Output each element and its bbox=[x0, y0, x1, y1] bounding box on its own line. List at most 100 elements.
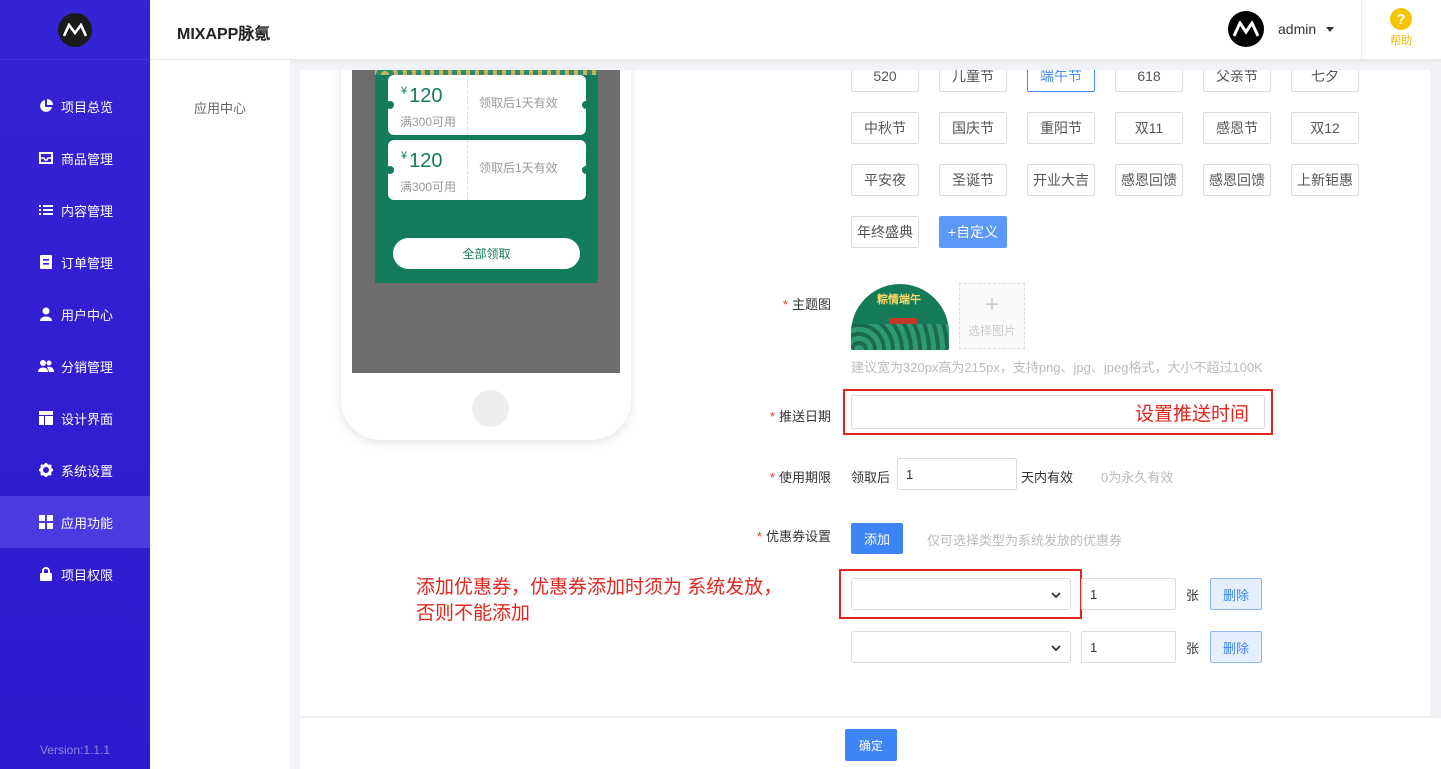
sidebar-item-label: 用户中心 bbox=[61, 307, 114, 323]
coupon-amount: ¥120 bbox=[401, 85, 443, 107]
phone-screen: ¥120 满300可用 领取后1天有效 ¥120 满300可用 领取后1天有效 … bbox=[352, 70, 620, 373]
sidebar-item-orders[interactable]: 订单管理 bbox=[0, 236, 150, 288]
delete-coupon-button[interactable]: 删除 bbox=[1210, 578, 1262, 610]
sidebar-item-label: 订单管理 bbox=[61, 255, 114, 271]
add-coupon-button[interactable]: 添加 bbox=[851, 523, 903, 554]
tag-double-12[interactable]: 双12 bbox=[1291, 112, 1359, 144]
coupon-card: ¥120 满300可用 领取后1天有效 bbox=[388, 140, 586, 200]
sidebar-item-label: 内容管理 bbox=[61, 203, 114, 219]
coupon-qty-input[interactable]: 1 bbox=[1081, 631, 1176, 663]
help-label: 帮助 bbox=[1390, 35, 1412, 47]
layout-icon bbox=[38, 410, 54, 426]
tag-gratitude-2[interactable]: 感恩回馈 bbox=[1203, 164, 1271, 196]
sidebar-item-label: 分销管理 bbox=[61, 359, 114, 375]
theme-hint: 建议宽为320px高为215px，支持png、jpg、jpeg格式，大小不超过1… bbox=[851, 360, 1263, 375]
validity-days-input[interactable]: 1 bbox=[897, 458, 1017, 490]
help-button[interactable]: ? 帮助 bbox=[1390, 8, 1412, 48]
tag-gratitude[interactable]: 感恩回馈 bbox=[1115, 164, 1183, 196]
tag-grand-opening[interactable]: 开业大吉 bbox=[1027, 164, 1095, 196]
coupon-notch bbox=[386, 101, 394, 109]
tag-double-ninth[interactable]: 重阳节 bbox=[1027, 112, 1095, 144]
coupon-unit: 张 bbox=[1186, 588, 1200, 603]
annotation-push-time: 设置推送时间 bbox=[1135, 404, 1250, 425]
wave-pattern bbox=[851, 324, 949, 350]
list-icon bbox=[38, 202, 54, 218]
coupon-validity: 领取后1天有效 bbox=[479, 161, 558, 175]
validity-suffix: 天内有效 bbox=[1021, 470, 1074, 485]
username[interactable]: admin bbox=[1278, 21, 1316, 37]
phone-preview: ¥120 满300可用 领取后1天有效 ¥120 满300可用 领取后1天有效 … bbox=[341, 70, 631, 440]
coupon-notch bbox=[582, 101, 590, 109]
tag-618[interactable]: 618 bbox=[1115, 70, 1183, 92]
sidebar-item-label: 项目总览 bbox=[61, 99, 114, 115]
upload-label: 选择图片 bbox=[967, 323, 1016, 338]
theme-image[interactable]: 粽情端午 bbox=[851, 284, 949, 350]
sidebar-item-products[interactable]: 商品管理 bbox=[0, 132, 150, 184]
sidebar-item-label: 设计界面 bbox=[61, 411, 114, 427]
tag-year-end[interactable]: 年终盛典 bbox=[851, 216, 919, 248]
coupon-select[interactable] bbox=[851, 631, 1071, 663]
caret-down-icon[interactable] bbox=[1326, 26, 1335, 32]
sidebar-item-app-functions[interactable]: 应用功能 bbox=[0, 496, 150, 548]
tag-christmas-eve[interactable]: 平安夜 bbox=[851, 164, 919, 196]
coupon-card: ¥120 满300可用 领取后1天有效 bbox=[388, 75, 586, 135]
coupon-select[interactable] bbox=[851, 578, 1071, 610]
sidebar-item-label: 项目权限 bbox=[61, 567, 114, 583]
help-icon: ? bbox=[1390, 8, 1412, 30]
sidebar-item-settings[interactable]: 系统设置 bbox=[0, 444, 150, 496]
custom-tag-button[interactable]: +自定义 bbox=[939, 216, 1007, 248]
sidebar-item-label: 应用功能 bbox=[61, 515, 114, 531]
coupon-condition: 满300可用 bbox=[400, 115, 457, 129]
theme-label: * 主题图 bbox=[782, 297, 831, 312]
coupon-qty-input[interactable]: 1 bbox=[1081, 578, 1176, 610]
tag-mid-autumn[interactable]: 中秋节 bbox=[851, 112, 919, 144]
order-icon bbox=[38, 254, 54, 270]
tag-christmas[interactable]: 圣诞节 bbox=[939, 164, 1007, 196]
sidebar-item-users[interactable]: 用户中心 bbox=[0, 288, 150, 340]
divider bbox=[1361, 0, 1362, 60]
tag-qixi[interactable]: 七夕 bbox=[1291, 70, 1359, 92]
validity-label: * 使用期限 bbox=[769, 470, 831, 485]
sidebar-item-label: 系统设置 bbox=[61, 463, 114, 479]
chevron-down-icon bbox=[1051, 645, 1061, 652]
claim-all-button[interactable]: 全部领取 bbox=[393, 238, 580, 269]
gear-icon bbox=[38, 462, 54, 478]
main-card: ¥120 满300可用 领取后1天有效 ¥120 满300可用 领取后1天有效 … bbox=[300, 70, 1430, 716]
tag-520[interactable]: 520 bbox=[851, 70, 919, 92]
grid-icon bbox=[38, 514, 54, 530]
top-header: MIXAPP脉氪 admin ? 帮助 bbox=[150, 0, 1441, 60]
tag-fathers-day[interactable]: 父亲节 bbox=[1203, 70, 1271, 92]
sidebar-item-label: 商品管理 bbox=[61, 151, 114, 167]
tag-thanksgiving[interactable]: 感恩节 bbox=[1203, 112, 1271, 144]
promo-banner: ¥120 满300可用 领取后1天有效 ¥120 满300可用 领取后1天有效 … bbox=[375, 70, 598, 283]
confirm-button[interactable]: 确定 bbox=[845, 729, 897, 761]
sidebar: 项目总览 商品管理 内容管理 订单管理 用户中心 分销管理 设计界面 系统设置 bbox=[0, 0, 150, 769]
tag-double-11[interactable]: 双11 bbox=[1115, 112, 1183, 144]
sidebar-item-design[interactable]: 设计界面 bbox=[0, 392, 150, 444]
upload-image-button[interactable]: + 选择图片 bbox=[959, 283, 1025, 349]
coupon-hint: 仅可选择类型为系统发放的优惠券 bbox=[927, 533, 1123, 548]
tag-dragon-boat[interactable]: 端午节 bbox=[1027, 70, 1095, 92]
user-menu[interactable]: admin bbox=[1228, 10, 1335, 48]
chevron-down-icon bbox=[1051, 592, 1061, 599]
delete-coupon-button[interactable]: 删除 bbox=[1210, 631, 1262, 663]
tag-new-arrival[interactable]: 上新钜惠 bbox=[1291, 164, 1359, 196]
inbox-icon bbox=[38, 150, 54, 166]
coupon-settings-label: * 优惠券设置 bbox=[756, 529, 831, 544]
avatar[interactable] bbox=[1228, 11, 1264, 47]
sidebar-item-overview[interactable]: 项目总览 bbox=[0, 80, 150, 132]
sidebar-menu: 项目总览 商品管理 内容管理 订单管理 用户中心 分销管理 设计界面 系统设置 bbox=[0, 80, 150, 600]
plus-icon: + bbox=[984, 290, 999, 318]
coupon-amount: ¥120 bbox=[401, 150, 443, 172]
tag-childrens-day[interactable]: 儿童节 bbox=[939, 70, 1007, 92]
coupon-notch bbox=[582, 166, 590, 174]
users-icon bbox=[38, 358, 54, 374]
sidebar-item-permissions[interactable]: 项目权限 bbox=[0, 548, 150, 600]
logo[interactable] bbox=[0, 0, 150, 60]
coupon-notch bbox=[386, 166, 394, 174]
tag-national-day[interactable]: 国庆节 bbox=[939, 112, 1007, 144]
sidebar-item-distribution[interactable]: 分销管理 bbox=[0, 340, 150, 392]
sidebar-item-content[interactable]: 内容管理 bbox=[0, 184, 150, 236]
subnav-item-app-center[interactable]: 应用中心 bbox=[150, 98, 290, 117]
lock-icon bbox=[38, 566, 54, 582]
